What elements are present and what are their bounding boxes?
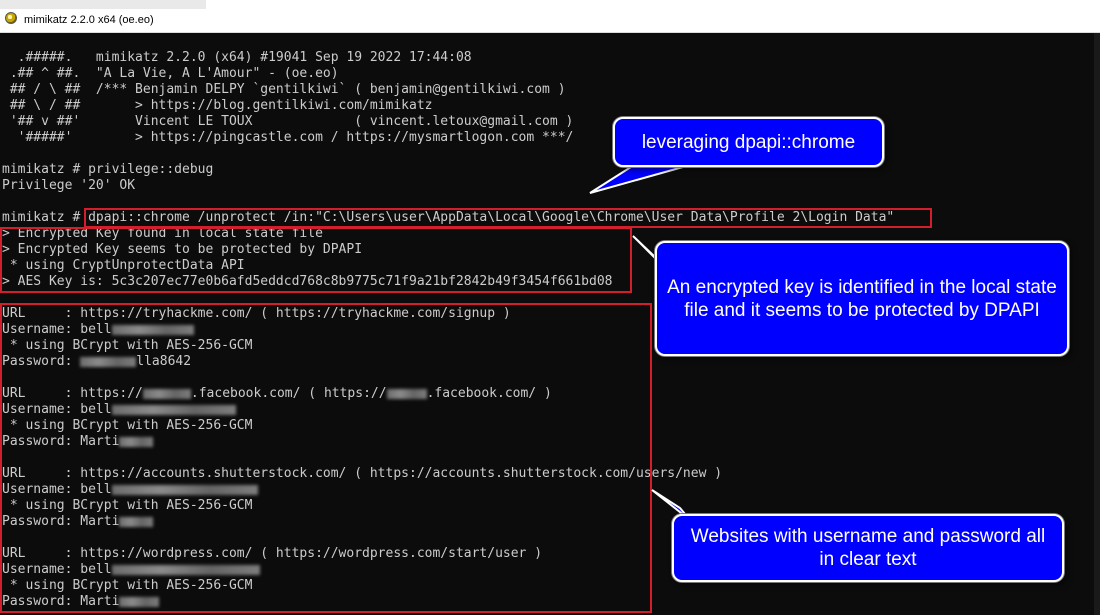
title-bar: mimikatz 2.2.0 x64 (oe.eo) [0,0,1100,33]
console-scrollbar[interactable] [1094,33,1100,615]
sites-callout: Websites with username and password all … [672,514,1064,582]
privilege-command: mimikatz # privilege::debug [2,162,214,177]
privilege-result: Privilege '20' OK [2,178,136,193]
banner-line-3: ## / \ ## /*** Benjamin DELPY `gentilkiw… [2,82,566,97]
mimikatz-app-icon [5,12,17,24]
credentials-highlight [0,303,652,613]
banner-line-5: '## v ##' Vincent LE TOUX ( vincent.leto… [2,114,574,129]
banner-line-6: '#####' > https://pingcastle.com / https… [2,130,574,145]
banner-line-1: .#####. mimikatz 2.2.0 (x64) #19041 Sep … [2,50,472,65]
banner-line-2: .## ^ ##. "A La Vie, A L'Amour" - (oe.eo… [2,66,339,81]
window-title: mimikatz 2.2.0 x64 (oe.eo) [24,14,154,26]
banner-line-4: ## \ / ## > https://blog.gentilkiwi.com/… [2,98,433,113]
dpapi-command-highlight [84,208,932,228]
chrome-callout: leveraging dpapi::chrome [613,117,884,167]
prompt: mimikatz # [2,210,89,225]
key-callout: An encrypted key is identified in the lo… [655,241,1069,356]
key-output-highlight [0,227,632,293]
title-bar-strip [0,0,206,9]
